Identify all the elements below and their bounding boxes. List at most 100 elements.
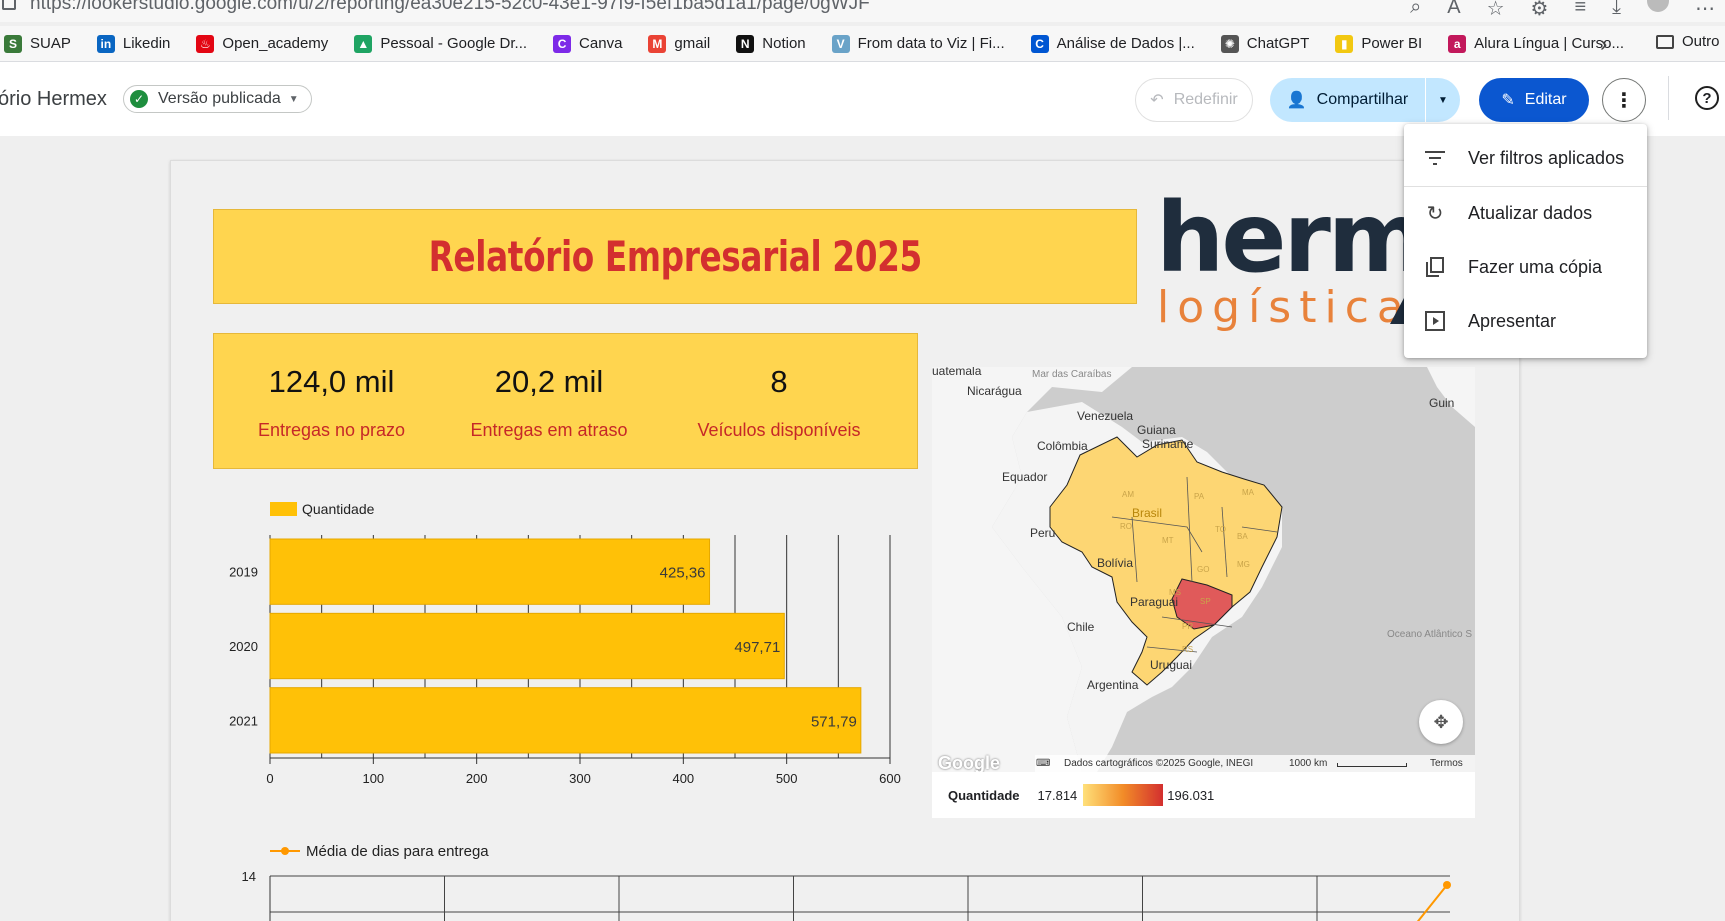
map-terms-link[interactable]: Termos [1430, 758, 1463, 769]
kpi-label: Veículos disponíveis [697, 420, 861, 440]
menu-item-present[interactable]: Apresentar [1404, 299, 1647, 343]
map-state-label: RS [1182, 645, 1193, 654]
map-label: Equador [1002, 470, 1047, 484]
menu-item-view-filters[interactable]: Ver filtros aplicados [1404, 136, 1647, 180]
map-state-label: TO [1215, 525, 1226, 534]
geo-map[interactable]: uatemala Mar das Caraíbas Nicarágua Venezue… [932, 367, 1475, 772]
present-icon [1424, 311, 1446, 331]
map-state-label: MS [1169, 588, 1181, 597]
more-vert-icon: ⋮ [1614, 89, 1634, 112]
more-options-button[interactable]: ⋮ [1602, 78, 1646, 122]
extensions-icon[interactable]: ⚙ [1531, 0, 1549, 21]
kpi-vehicles[interactable]: 8 Veículos disponíveis [679, 364, 879, 441]
bookmark-notion[interactable]: N Notion [736, 34, 806, 53]
bar-chart[interactable]: Quantidade 0 100 200 300 400 500 600 2019 425,36 2… [210, 495, 920, 795]
map-label: Uruguai [1150, 658, 1192, 672]
x-tick-label: 0 [266, 771, 273, 786]
more-options-menu: Ver filtros aplicados ↻ Atualizar dados … [1404, 124, 1647, 358]
bar[interactable] [269, 687, 862, 754]
header-divider [1668, 76, 1669, 120]
caret-down-icon: ▼ [1438, 94, 1448, 106]
map-label: Mar das Caraíbas [1032, 369, 1111, 380]
map-label: Oceano Atlântico S [1387, 629, 1472, 640]
other-favorites[interactable]: Outro [1656, 33, 1720, 50]
x-tick-label: 400 [672, 771, 694, 786]
report-name[interactable]: ório Hermex [0, 88, 107, 111]
bookmark-label: Likedin [122, 35, 171, 52]
menu-item-label: Apresentar [1468, 310, 1557, 331]
map-state-label: SP [1200, 597, 1211, 606]
bookmark-linkedin[interactable]: in Likedin [96, 34, 171, 53]
map-legend: Quantidade 17.814 196.031 [932, 772, 1475, 818]
bookmark-canva[interactable]: C Canva [553, 34, 622, 53]
bar[interactable] [269, 538, 711, 605]
profile-avatar[interactable] [1647, 0, 1669, 12]
downloads-icon[interactable]: ⤓ [1612, 0, 1621, 21]
powerbi-icon: ▮ [1335, 34, 1354, 53]
version-label: Versão publicada [158, 90, 281, 107]
browser-menu-icon[interactable]: ⋯ [1695, 0, 1715, 21]
published-check-icon: ✓ [130, 90, 148, 108]
series-line[interactable] [1415, 884, 1448, 921]
map-label: Brasil [1132, 506, 1162, 520]
menu-item-refresh-data[interactable]: ↻ Atualizar dados [1404, 191, 1647, 235]
bookmark-gmail[interactable]: Mgmail [648, 34, 711, 53]
y-tick-label: 14 [242, 869, 256, 884]
site-info-icon[interactable] [2, 0, 16, 10]
map-state-label: PA [1194, 492, 1205, 501]
map-legend-min: 17.814 [1037, 787, 1078, 803]
map-legend-max: 196.031 [1167, 787, 1215, 803]
menu-divider [1404, 186, 1647, 187]
bookmark-alura[interactable]: a Alura Língua | Curso... [1448, 34, 1624, 53]
kpi-on-time[interactable]: 124,0 mil Entregas no prazo [234, 364, 429, 441]
data-label: 497,71 [734, 639, 780, 656]
menu-item-label: Fazer uma cópia [1468, 256, 1603, 277]
read-aloud-icon[interactable]: A [1447, 0, 1460, 21]
pencil-icon: ✎ [1501, 92, 1515, 109]
line-chart[interactable]: Média de dias para entrega 14 [210, 835, 1480, 921]
map-state-label: RO [1120, 522, 1132, 531]
bookmark-powerbi[interactable]: ▮ Power BI [1335, 34, 1423, 53]
data-point[interactable] [1443, 881, 1451, 889]
linkedin-icon: in [96, 34, 115, 53]
bookmark-chatgpt[interactable]: ✺ ChatGPT [1220, 34, 1309, 53]
map-label: Venezuela [1077, 409, 1133, 423]
kpi-value: 8 [770, 364, 788, 399]
url-text[interactable]: https://lookerstudio.google.com/u/2/repo… [30, 0, 870, 15]
bookmarks-overflow-icon[interactable]: › [1600, 31, 1607, 57]
y-category-label: 2020 [229, 639, 258, 654]
bookmark-data-to-viz[interactable]: V From data to Viz | Fi... [831, 34, 1005, 53]
map-canvas[interactable]: uatemala Mar das Caraíbas Nicarágua Venezue… [932, 367, 1475, 772]
reset-button[interactable]: ↶ Redefinir [1135, 78, 1253, 122]
share-dropdown-button[interactable]: ▼ [1426, 78, 1460, 122]
menu-item-make-copy[interactable]: Fazer uma cópia [1404, 245, 1647, 289]
google-logo: Google [938, 753, 1000, 773]
bookmark-google-drive[interactable]: ▲ Pessoal - Google Dr... [354, 34, 528, 53]
bookmark-santander[interactable]: ♨ Open_academy [196, 34, 328, 53]
add-person-icon: 👤 [1286, 92, 1307, 109]
alura-icon: a [1448, 34, 1467, 53]
zoom-icon[interactable]: ⌕ [1410, 0, 1421, 21]
map-state-label: GO [1197, 565, 1209, 574]
bookmark-label: Power BI [1361, 35, 1423, 52]
map-label: Argentina [1087, 678, 1139, 692]
help-button[interactable]: ? [1695, 86, 1719, 110]
bookmark-suap[interactable]: S SUAP [4, 34, 71, 53]
bookmark-label: gmail [674, 35, 711, 52]
fullscreen-icon: ✥ [1433, 711, 1449, 732]
bookmark-coursera[interactable]: C Análise de Dados |... [1030, 34, 1195, 53]
favorites-list-icon[interactable]: ≡ [1574, 0, 1586, 21]
version-selector[interactable]: ✓ Versão publicada ▼ [123, 85, 312, 113]
kpi-late[interactable]: 20,2 mil Entregas em atraso [449, 364, 649, 441]
address-bar[interactable]: https://lookerstudio.google.com/u/2/repo… [0, 0, 1725, 22]
bar[interactable] [269, 612, 785, 680]
kpi-label: Entregas em atraso [470, 420, 628, 440]
map-fullscreen-button[interactable]: ✥ [1419, 700, 1463, 744]
share-label: Compartilhar [1316, 91, 1409, 108]
map-state-label: AM [1122, 490, 1134, 499]
edit-button[interactable]: ✎ Editar [1479, 78, 1589, 122]
favorite-star-icon[interactable]: ☆ [1487, 0, 1505, 21]
bookmark-label: Pessoal - Google Dr... [380, 35, 528, 52]
keyboard-shortcuts-icon[interactable]: ⌨ [1036, 758, 1050, 769]
share-button[interactable]: 👤 Compartilhar [1270, 78, 1425, 122]
